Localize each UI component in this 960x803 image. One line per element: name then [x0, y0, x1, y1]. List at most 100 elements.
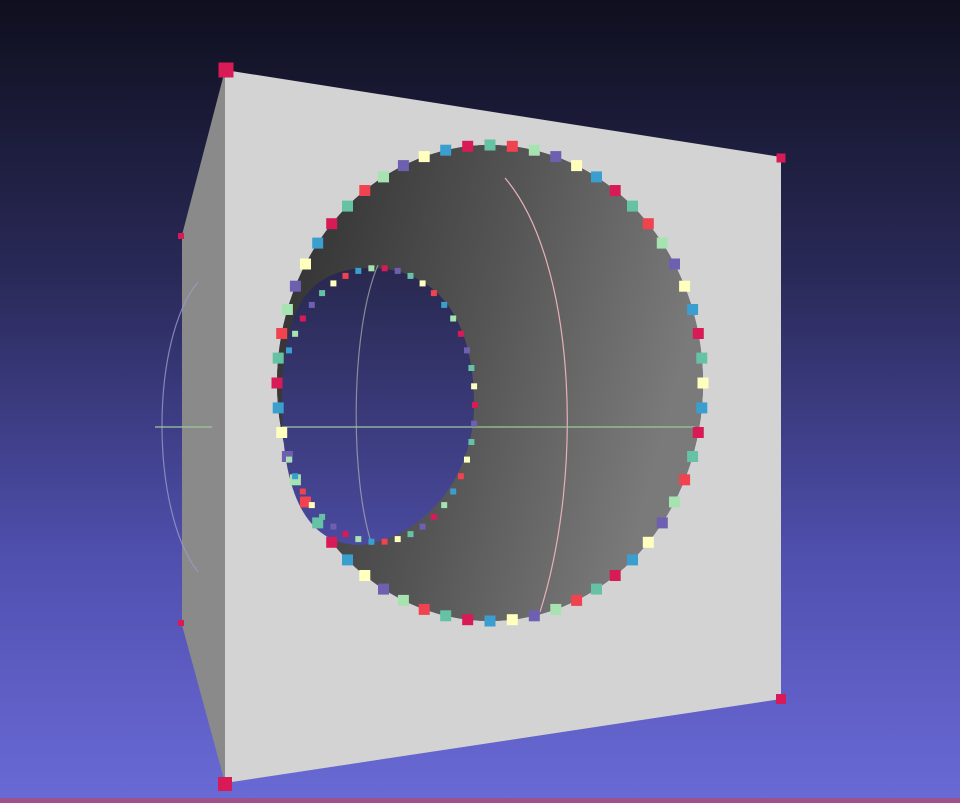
vertex-marker: [342, 272, 349, 279]
vertex-marker: [300, 258, 311, 270]
vertex-marker: [430, 513, 437, 520]
vertex-marker: [178, 233, 184, 239]
vertex-marker: [281, 304, 293, 315]
vertex-marker: [359, 570, 371, 581]
vertex-marker: [394, 267, 401, 274]
vertex-marker: [528, 144, 540, 156]
vertex-marker: [178, 620, 184, 626]
vertex-marker: [506, 140, 518, 152]
vertex-marker: [471, 383, 478, 390]
vertex-marker: [679, 474, 691, 486]
vertex-marker: [571, 594, 583, 606]
vertex-marker: [326, 536, 338, 548]
vertex-marker: [381, 538, 388, 545]
vertex-marker: [440, 144, 452, 156]
vertex-marker: [528, 610, 540, 622]
vertex-marker: [292, 473, 299, 480]
vertex-marker: [407, 272, 414, 279]
vertex-marker: [669, 496, 680, 508]
vertex-marker: [692, 328, 704, 339]
vertex-marker: [319, 513, 326, 520]
vertex-marker: [418, 603, 430, 615]
vertex-marker: [627, 200, 638, 212]
vertex-marker: [679, 280, 691, 292]
vertex-marker: [308, 502, 315, 509]
vertex-marker: [286, 456, 292, 463]
vertex-marker: [272, 352, 284, 364]
vertex-marker: [359, 185, 371, 196]
vertex-marker: [440, 610, 452, 622]
vertex-marker: [378, 583, 389, 595]
vertex-marker: [286, 347, 292, 354]
vertex-marker: [430, 290, 437, 297]
vertex-marker: [272, 402, 284, 414]
vertex-marker: [319, 290, 326, 297]
vertex-marker: [571, 160, 583, 172]
hole-interior: [277, 145, 703, 621]
vertex-marker: [591, 583, 602, 595]
vertex-marker: [550, 151, 562, 163]
vertex-marker: [468, 439, 475, 445]
vertex-marker: [642, 536, 654, 548]
vertex-marker: [342, 554, 353, 566]
vertex-marker: [299, 315, 306, 322]
vertex-marker: [484, 615, 496, 627]
vertex-marker: [368, 538, 375, 545]
vertex-marker: [627, 554, 638, 566]
vertex-marker: [308, 301, 315, 308]
vertex-marker: [506, 614, 518, 626]
vertex-marker: [484, 139, 496, 151]
vertex-marker: [419, 280, 426, 287]
3d-viewport[interactable]: [0, 0, 960, 803]
vertex-marker: [697, 377, 709, 389]
vertex-marker: [457, 473, 464, 480]
vertex-marker: [330, 523, 337, 530]
vertex-marker: [462, 614, 474, 626]
vertex-marker: [457, 330, 464, 337]
vertex-marker: [326, 218, 338, 230]
vertex-marker: [418, 151, 430, 163]
vertex-marker: [355, 536, 362, 543]
vertex-marker: [419, 523, 426, 530]
vertex-marker: [312, 237, 324, 249]
vertex-marker: [276, 328, 288, 339]
vertex-marker: [342, 200, 353, 212]
vertex-marker: [591, 171, 602, 183]
vertex-marker: [397, 594, 409, 606]
vertex-marker: [450, 488, 457, 495]
vertex-marker: [464, 347, 470, 354]
vertex-marker: [656, 517, 668, 529]
mesh-scene[interactable]: [0, 0, 960, 803]
vertex-marker: [394, 536, 401, 543]
vertex-marker: [696, 352, 708, 364]
vertex-marker: [407, 531, 414, 538]
vertex-marker: [276, 427, 288, 438]
vertex-marker: [355, 267, 362, 274]
vertex-marker: [342, 531, 349, 538]
vertex-marker: [471, 420, 478, 427]
vertex-marker: [550, 603, 562, 615]
vertex-marker: [609, 570, 621, 581]
vertex-marker: [642, 218, 654, 230]
vertex-marker: [687, 304, 699, 315]
vertex-marker: [271, 377, 283, 389]
vertex-marker: [441, 301, 448, 308]
vertex-marker: [687, 451, 699, 462]
vertex-marker: [330, 280, 337, 287]
vertex-marker: [656, 237, 668, 249]
vertex-marker: [696, 402, 708, 414]
vertex-marker: [692, 427, 704, 438]
vertex-marker: [776, 694, 786, 704]
vertex-marker: [669, 258, 680, 270]
vertex-marker: [468, 365, 475, 371]
vertex-marker: [218, 777, 232, 791]
vertex-marker: [609, 185, 621, 196]
vertex-marker: [289, 280, 301, 292]
vertex-marker: [299, 488, 306, 495]
status-strip: [0, 798, 960, 803]
vertex-marker: [441, 502, 448, 509]
vertex-marker: [218, 62, 234, 78]
vertex-marker: [378, 171, 389, 183]
vertex-marker: [776, 153, 786, 163]
vertex-marker: [462, 140, 474, 152]
